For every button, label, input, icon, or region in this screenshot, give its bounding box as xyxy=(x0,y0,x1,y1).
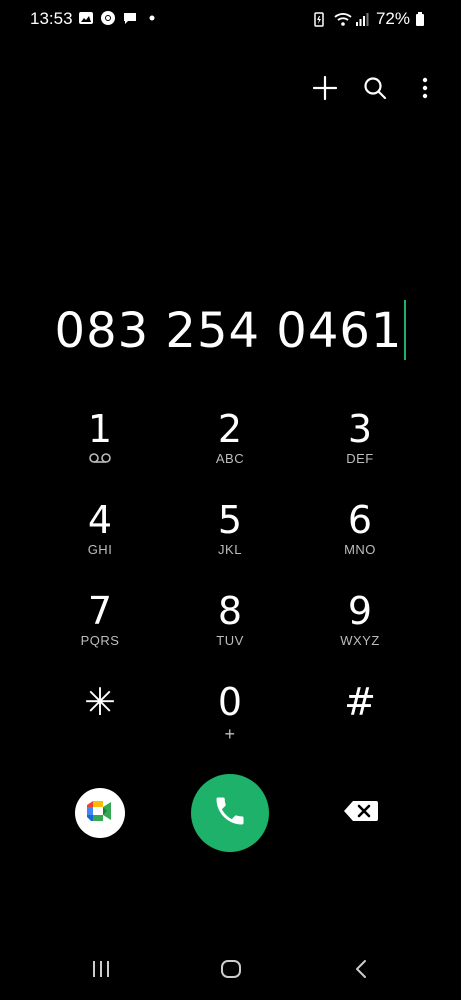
key-digit: 2 xyxy=(217,407,243,451)
key-hash[interactable]: # xyxy=(295,681,425,772)
key-letters: MNO xyxy=(344,542,376,557)
key-9[interactable]: 9 WXYZ xyxy=(295,590,425,681)
key-6[interactable]: 6 MNO xyxy=(295,499,425,590)
key-letters: DEF xyxy=(346,451,374,466)
dial-keypad: 1 2 ABC 3 DEF 4 GHI 5 JKL 6 MNO 7 PQRS 8… xyxy=(35,408,425,772)
key-4[interactable]: 4 GHI xyxy=(35,499,165,590)
home-button[interactable] xyxy=(216,958,246,984)
status-notification-icons xyxy=(78,10,160,26)
home-icon xyxy=(220,959,242,984)
keypad-row: 4 GHI 5 JKL 6 MNO xyxy=(35,499,425,590)
key-1[interactable]: 1 xyxy=(35,408,165,499)
status-system-icons: 72% xyxy=(313,9,431,29)
status-time: 13:53 xyxy=(30,9,73,28)
back-icon xyxy=(354,959,368,984)
key-digit: 7 xyxy=(87,589,113,633)
key-star[interactable]: ✳ xyxy=(35,681,165,772)
key-digit: # xyxy=(344,680,376,724)
text-cursor xyxy=(404,300,407,360)
status-bar: 13:53 72% xyxy=(0,0,461,36)
chrome-icon xyxy=(100,10,116,26)
key-digit: 8 xyxy=(217,589,243,633)
key-digit: 0 xyxy=(217,680,243,724)
key-letters: WXYZ xyxy=(340,633,380,648)
backspace-icon xyxy=(343,799,379,828)
call-button[interactable] xyxy=(191,774,269,852)
gallery-icon xyxy=(78,10,94,26)
key-0[interactable]: 0 + xyxy=(165,681,295,772)
more-icon xyxy=(421,76,429,105)
key-digit: 5 xyxy=(217,498,243,542)
recents-icon xyxy=(91,960,111,983)
key-2[interactable]: 2 ABC xyxy=(165,408,295,499)
key-digit: 6 xyxy=(347,498,373,542)
google-meet-icon xyxy=(85,799,115,828)
signal-icon xyxy=(355,11,371,27)
key-digit: ✳ xyxy=(84,680,116,724)
voicemail-icon xyxy=(88,451,112,467)
search-icon xyxy=(363,76,387,105)
keypad-row: 7 PQRS 8 TUV 9 WXYZ xyxy=(35,590,425,681)
wifi-icon xyxy=(334,11,352,27)
search-button[interactable] xyxy=(359,74,391,106)
key-digit: 1 xyxy=(87,407,113,451)
top-actions xyxy=(309,74,441,106)
keypad-row: 1 2 ABC 3 DEF xyxy=(35,408,425,499)
key-letters: GHI xyxy=(87,542,113,557)
key-letters: JKL xyxy=(218,542,242,557)
phone-icon xyxy=(212,793,248,834)
key-3[interactable]: 3 DEF xyxy=(295,408,425,499)
dialed-number: 083 254 0461 xyxy=(54,303,403,359)
keypad-row: ✳ 0 + # xyxy=(35,681,425,772)
recents-button[interactable] xyxy=(86,958,116,984)
battery-percent: 72% xyxy=(375,9,410,28)
dot-icon xyxy=(144,10,160,26)
key-digit: 4 xyxy=(87,498,113,542)
key-letters: TUV xyxy=(216,633,244,648)
key-letters: + xyxy=(224,724,236,744)
key-digit: 9 xyxy=(347,589,373,633)
key-letters: PQRS xyxy=(80,633,120,648)
chat-icon xyxy=(122,10,138,26)
key-8[interactable]: 8 TUV xyxy=(165,590,295,681)
add-icon xyxy=(312,75,338,106)
backspace-button[interactable] xyxy=(342,798,380,828)
key-letters: ABC xyxy=(215,451,245,466)
key-7[interactable]: 7 PQRS xyxy=(35,590,165,681)
key-digit: 3 xyxy=(347,407,373,451)
dialed-number-field[interactable]: 083 254 0461 xyxy=(0,300,461,367)
battery-icon xyxy=(415,11,431,27)
add-contact-button[interactable] xyxy=(309,74,341,106)
battery-saver-icon xyxy=(313,11,329,27)
call-actions xyxy=(0,774,461,854)
more-options-button[interactable] xyxy=(409,74,441,106)
video-call-button[interactable] xyxy=(75,788,125,838)
key-5[interactable]: 5 JKL xyxy=(165,499,295,590)
back-button[interactable] xyxy=(346,958,376,984)
system-nav-bar xyxy=(0,940,461,1000)
